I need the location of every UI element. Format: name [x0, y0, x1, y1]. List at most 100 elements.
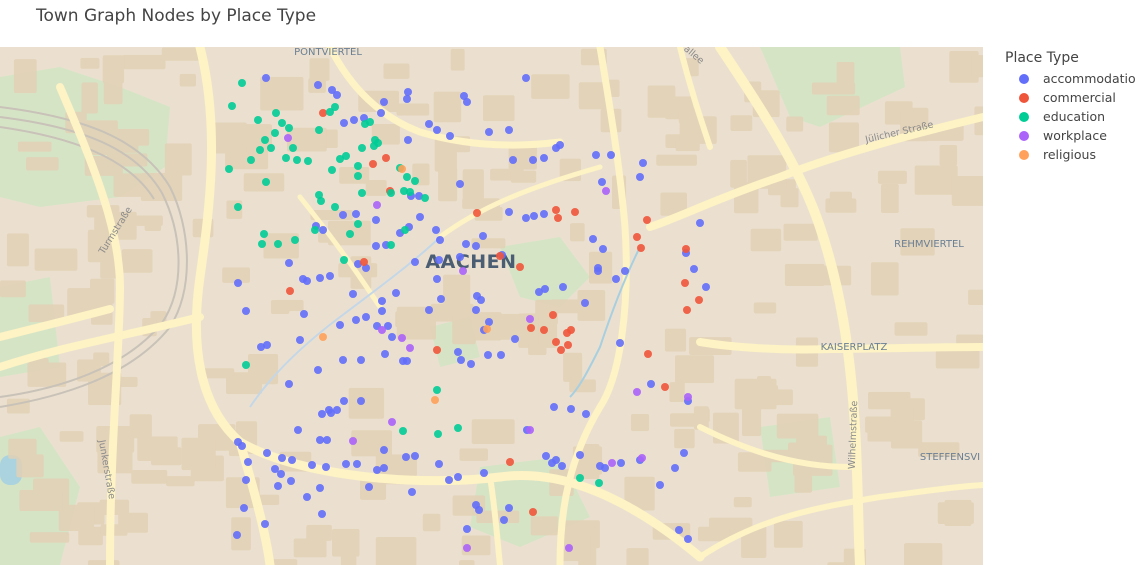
node-marker-accommodation[interactable]: [263, 449, 271, 457]
node-marker-education[interactable]: [399, 427, 407, 435]
node-marker-accommodation[interactable]: [559, 283, 567, 291]
node-marker-education[interactable]: [262, 178, 270, 186]
node-marker-workplace[interactable]: [633, 388, 641, 396]
node-marker-accommodation[interactable]: [403, 95, 411, 103]
node-marker-accommodation[interactable]: [454, 348, 462, 356]
node-marker-accommodation[interactable]: [467, 360, 475, 368]
node-marker-education[interactable]: [247, 156, 255, 164]
node-marker-accommodation[interactable]: [552, 144, 560, 152]
node-marker-workplace[interactable]: [459, 267, 467, 275]
node-marker-religious[interactable]: [483, 325, 491, 333]
node-marker-accommodation[interactable]: [242, 476, 250, 484]
node-marker-accommodation[interactable]: [552, 456, 560, 464]
node-marker-accommodation[interactable]: [522, 74, 530, 82]
node-marker-accommodation[interactable]: [316, 274, 324, 282]
node-marker-accommodation[interactable]: [616, 339, 624, 347]
map-area[interactable]: AACHEN PONTVIERTEL REHMVIERTEL KAISERPLA…: [0, 47, 983, 565]
node-marker-education[interactable]: [433, 386, 441, 394]
node-marker-accommodation[interactable]: [484, 351, 492, 359]
node-marker-commercial[interactable]: [644, 350, 652, 358]
node-marker-workplace[interactable]: [602, 187, 610, 195]
node-marker-accommodation[interactable]: [463, 98, 471, 106]
node-marker-accommodation[interactable]: [240, 504, 248, 512]
node-marker-accommodation[interactable]: [314, 366, 322, 374]
node-marker-accommodation[interactable]: [319, 226, 327, 234]
node-marker-education[interactable]: [387, 189, 395, 197]
node-marker-accommodation[interactable]: [380, 464, 388, 472]
node-marker-accommodation[interactable]: [392, 289, 400, 297]
node-marker-accommodation[interactable]: [234, 279, 242, 287]
node-marker-education[interactable]: [336, 155, 344, 163]
node-marker-accommodation[interactable]: [592, 151, 600, 159]
node-marker-accommodation[interactable]: [352, 210, 360, 218]
node-marker-accommodation[interactable]: [639, 159, 647, 167]
node-marker-accommodation[interactable]: [380, 446, 388, 454]
node-marker-accommodation[interactable]: [404, 88, 412, 96]
node-marker-accommodation[interactable]: [357, 356, 365, 364]
node-marker-accommodation[interactable]: [582, 410, 590, 418]
node-marker-accommodation[interactable]: [463, 525, 471, 533]
node-marker-commercial[interactable]: [557, 346, 565, 354]
node-marker-accommodation[interactable]: [316, 484, 324, 492]
legend-item-accommodation[interactable]: accommodation: [1005, 69, 1136, 88]
node-marker-commercial[interactable]: [571, 208, 579, 216]
node-marker-education[interactable]: [278, 119, 286, 127]
node-marker-religious[interactable]: [398, 165, 406, 173]
node-marker-commercial[interactable]: [695, 296, 703, 304]
node-marker-accommodation[interactable]: [278, 454, 286, 462]
node-marker-accommodation[interactable]: [433, 126, 441, 134]
node-marker-accommodation[interactable]: [479, 232, 487, 240]
node-marker-education[interactable]: [403, 173, 411, 181]
node-marker-accommodation[interactable]: [696, 219, 704, 227]
node-marker-accommodation[interactable]: [511, 335, 519, 343]
node-marker-religious[interactable]: [319, 333, 327, 341]
node-marker-education[interactable]: [225, 165, 233, 173]
node-marker-accommodation[interactable]: [617, 459, 625, 467]
node-marker-accommodation[interactable]: [456, 253, 464, 261]
node-marker-accommodation[interactable]: [436, 236, 444, 244]
node-marker-commercial[interactable]: [564, 341, 572, 349]
node-marker-accommodation[interactable]: [403, 357, 411, 365]
node-marker-commercial[interactable]: [496, 252, 504, 260]
node-marker-accommodation[interactable]: [607, 151, 615, 159]
node-marker-education[interactable]: [261, 136, 269, 144]
node-marker-commercial[interactable]: [633, 233, 641, 241]
node-marker-education[interactable]: [346, 230, 354, 238]
node-marker-education[interactable]: [576, 474, 584, 482]
node-marker-accommodation[interactable]: [509, 156, 517, 164]
node-marker-commercial[interactable]: [433, 346, 441, 354]
node-marker-accommodation[interactable]: [690, 265, 698, 273]
node-marker-accommodation[interactable]: [425, 120, 433, 128]
node-marker-accommodation[interactable]: [326, 272, 334, 280]
node-marker-accommodation[interactable]: [388, 333, 396, 341]
node-marker-accommodation[interactable]: [381, 350, 389, 358]
node-marker-accommodation[interactable]: [589, 235, 597, 243]
node-marker-accommodation[interactable]: [497, 351, 505, 359]
node-marker-accommodation[interactable]: [454, 473, 462, 481]
node-marker-workplace[interactable]: [284, 134, 292, 142]
node-marker-accommodation[interactable]: [314, 81, 322, 89]
node-marker-accommodation[interactable]: [416, 213, 424, 221]
node-marker-education[interactable]: [293, 156, 301, 164]
node-marker-accommodation[interactable]: [530, 212, 538, 220]
node-marker-accommodation[interactable]: [456, 180, 464, 188]
node-marker-commercial[interactable]: [529, 508, 537, 516]
node-marker-education[interactable]: [291, 236, 299, 244]
node-marker-education[interactable]: [358, 189, 366, 197]
node-marker-accommodation[interactable]: [308, 461, 316, 469]
node-marker-accommodation[interactable]: [300, 310, 308, 318]
node-marker-accommodation[interactable]: [287, 477, 295, 485]
node-marker-education[interactable]: [304, 157, 312, 165]
node-marker-commercial[interactable]: [681, 279, 689, 287]
node-marker-accommodation[interactable]: [598, 178, 606, 186]
node-marker-accommodation[interactable]: [336, 321, 344, 329]
node-marker-accommodation[interactable]: [244, 458, 252, 466]
node-marker-education[interactable]: [454, 424, 462, 432]
node-marker-accommodation[interactable]: [505, 208, 513, 216]
node-marker-accommodation[interactable]: [339, 211, 347, 219]
node-marker-accommodation[interactable]: [242, 307, 250, 315]
node-marker-education[interactable]: [595, 479, 603, 487]
node-marker-workplace[interactable]: [349, 437, 357, 445]
node-marker-accommodation[interactable]: [377, 109, 385, 117]
legend-item-workplace[interactable]: workplace: [1005, 126, 1136, 145]
